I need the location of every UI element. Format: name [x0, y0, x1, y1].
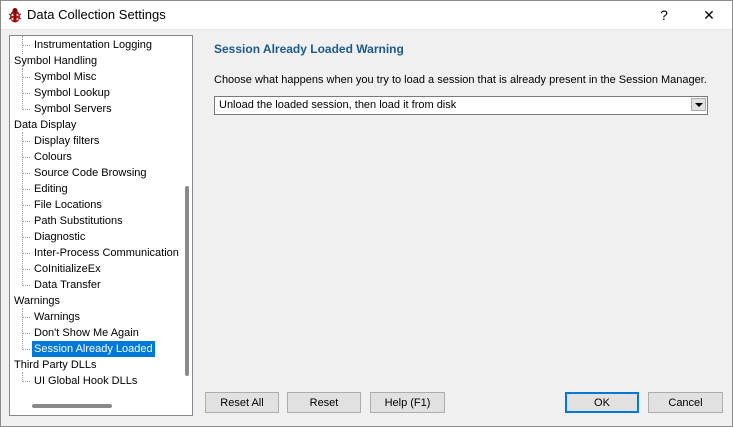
chevron-down-icon[interactable]: [691, 98, 706, 111]
section-title: Session Already Loaded Warning: [214, 42, 404, 56]
tree-connector: [22, 317, 30, 318]
tree-item-path-substitutions[interactable]: Path Substitutions: [32, 213, 125, 229]
tree-connector: [22, 157, 30, 158]
tree-connector: [22, 173, 30, 174]
tree-connector: [22, 349, 30, 350]
tree-connector: [22, 253, 30, 254]
tree-item-ui-global-hook-dlls[interactable]: UI Global Hook DLLs: [32, 373, 139, 389]
horizontal-scrollbar[interactable]: [32, 404, 112, 408]
window-title: Data Collection Settings: [27, 7, 166, 22]
tree-connector: [22, 189, 30, 190]
tree-item-dont-show-me-again[interactable]: Don't Show Me Again: [32, 325, 141, 341]
tree-item-coinitializeex[interactable]: CoInitializeEx: [32, 261, 103, 277]
tree-item-data-display[interactable]: Data Display: [14, 117, 76, 133]
tree-item-display-filters[interactable]: Display filters: [32, 133, 101, 149]
tree-item-diagnostic[interactable]: Diagnostic: [32, 229, 87, 245]
tree-connector: [22, 269, 30, 270]
reset-button[interactable]: Reset: [287, 392, 361, 413]
tree-connector: [22, 285, 30, 286]
reset-all-button[interactable]: Reset All: [205, 392, 279, 413]
tree-item-symbol-lookup[interactable]: Symbol Lookup: [32, 85, 112, 101]
ok-button[interactable]: OK: [565, 392, 639, 413]
tree-connector: [22, 205, 30, 206]
tree-item-inter-process-communication[interactable]: Inter-Process Communication: [32, 245, 181, 261]
tree-connector: [22, 68, 23, 110]
dialog-window: Data Collection Settings ? ✕ Instrumenta…: [0, 0, 733, 427]
help-button[interactable]: Help (F1): [370, 392, 445, 413]
dropdown-selected-value: Unload the loaded session, then load it …: [219, 99, 457, 111]
tree-item-third-party-dlls[interactable]: Third Party DLLs: [14, 357, 97, 373]
tree-item-colours[interactable]: Colours: [32, 149, 74, 165]
tree-connector: [22, 109, 30, 110]
tree-connector: [22, 308, 23, 350]
cancel-button[interactable]: Cancel: [648, 392, 723, 413]
tree-item-file-locations[interactable]: File Locations: [32, 197, 104, 213]
tree-connector: [22, 221, 30, 222]
close-button[interactable]: ✕: [687, 1, 731, 29]
tree-item-instrumentation-logging[interactable]: Instrumentation Logging: [32, 37, 154, 53]
tree-connector: [22, 93, 30, 94]
tree-item-editing[interactable]: Editing: [32, 181, 70, 197]
session-action-dropdown[interactable]: Unload the loaded session, then load it …: [214, 96, 708, 115]
tree-item-symbol-misc[interactable]: Symbol Misc: [32, 69, 98, 85]
bug-icon: [8, 8, 22, 23]
tree-item-symbol-servers[interactable]: Symbol Servers: [32, 101, 114, 117]
tree-item-data-transfer[interactable]: Data Transfer: [32, 277, 103, 293]
tree-connector: [22, 381, 30, 382]
tree-connector: [22, 132, 23, 286]
title-bar: Data Collection Settings ? ✕: [1, 1, 732, 30]
settings-tree[interactable]: Instrumentation Logging Symbol Handling …: [9, 35, 193, 416]
help-button-titlebar[interactable]: ?: [642, 1, 686, 29]
tree-item-source-code-browsing[interactable]: Source Code Browsing: [32, 165, 149, 181]
vertical-scrollbar[interactable]: [185, 186, 189, 376]
tree-item-warnings-group[interactable]: Warnings: [14, 293, 60, 309]
description-text: Choose what happens when you try to load…: [214, 74, 707, 86]
tree-item-session-already-loaded[interactable]: Session Already Loaded: [32, 341, 155, 357]
tree-connector: [22, 141, 30, 142]
tree-connector: [22, 237, 30, 238]
tree-connector: [22, 77, 30, 78]
tree-connector: [22, 333, 30, 334]
tree-item-warnings[interactable]: Warnings: [32, 309, 82, 325]
tree-item-symbol-handling[interactable]: Symbol Handling: [14, 53, 97, 69]
tree-connector: [22, 45, 30, 46]
